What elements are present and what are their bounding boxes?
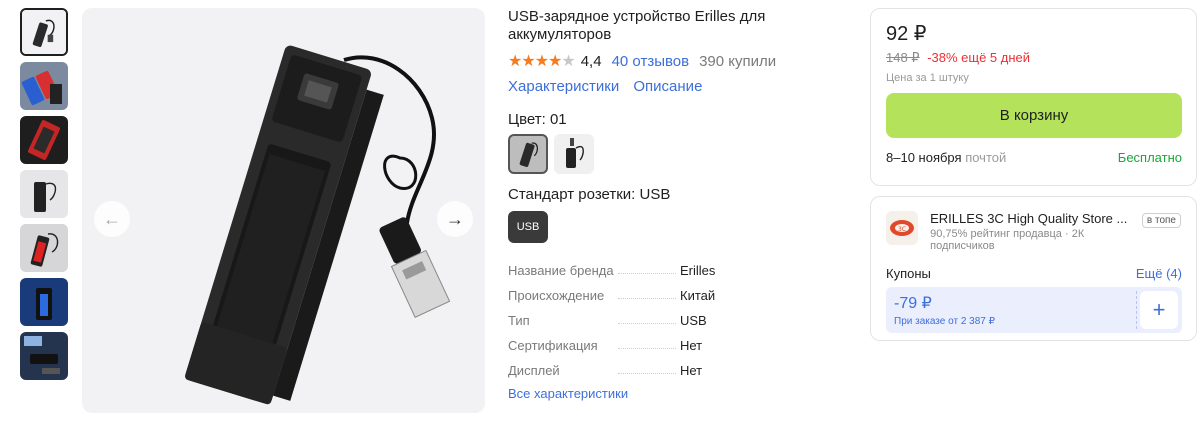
bought-count: 390 купили <box>699 52 777 70</box>
thumbnail-list <box>20 8 72 386</box>
thumbnail-7[interactable] <box>20 332 68 380</box>
spec-divider <box>618 298 676 299</box>
thumbnail-3[interactable] <box>20 116 68 164</box>
socket-label: Стандарт розетки: USB <box>508 186 671 203</box>
color-swatches <box>508 134 848 174</box>
rating-value: 4,4 <box>580 52 602 70</box>
spec-value: Нет <box>680 338 703 353</box>
gallery-next-button[interactable]: → <box>437 201 473 237</box>
price-discount-row: 148 ₽ -38% ещё 5 дней <box>886 50 1181 66</box>
thumbnail-6[interactable] <box>20 278 68 326</box>
store-name[interactable]: ERILLES 3C High Quality Store ... <box>930 211 1138 226</box>
color-option-01[interactable] <box>508 134 548 174</box>
store-text: ERILLES 3C High Quality Store ... 90,75%… <box>930 211 1138 252</box>
coupon-add-button[interactable]: + <box>1140 291 1178 329</box>
all-specs-link[interactable]: Все характеристики <box>508 386 848 401</box>
spec-row: Дисплей Нет <box>508 353 848 378</box>
spec-divider <box>618 273 676 274</box>
spec-name: Дисплей <box>508 363 560 378</box>
spec-name: Сертификация <box>508 338 598 353</box>
color-label: Цвет: 01 <box>508 111 567 128</box>
spec-row: Сертификация Нет <box>508 328 848 353</box>
socket-option-usb[interactable]: USB <box>508 211 548 243</box>
spec-name: Происхождение <box>508 288 605 303</box>
spec-name: Название бренда <box>508 263 614 278</box>
main-product-image: ← → <box>82 8 485 413</box>
store-logo-icon: 3C <box>890 220 915 236</box>
gallery-prev-button[interactable]: ← <box>94 201 130 237</box>
spec-value: Erilles <box>680 263 716 278</box>
coupon-card: -79 ₽ При заказе от 2 387 ₽ + <box>886 287 1182 333</box>
delivery-row: 8–10 ноября почтой Бесплатно <box>886 150 1182 165</box>
spec-divider <box>618 323 676 324</box>
rating-stars-icon: ★★★★★ <box>508 51 576 71</box>
product-title: USB-зарядное устройство Erilles для акку… <box>508 8 766 43</box>
thumbnail-4[interactable] <box>20 170 68 218</box>
color-option-02[interactable] <box>554 134 594 174</box>
delivery-info: 8–10 ноября почтой <box>886 150 1006 165</box>
thumbnail-5[interactable] <box>20 224 68 272</box>
arrow-left-icon: ← <box>103 208 121 229</box>
coupon-condition: При заказе от 2 387 ₽ <box>894 316 995 327</box>
old-price: 148 ₽ <box>886 50 920 65</box>
spec-row: Происхождение Китай <box>508 278 848 303</box>
discount-badge: -38% ещё 5 дней <box>927 50 1031 65</box>
spec-value: Нет <box>680 363 703 378</box>
spec-row: Тип USB <box>508 303 848 328</box>
description-link[interactable]: Описание <box>633 78 702 95</box>
spec-value: Китай <box>680 288 716 303</box>
characteristics-link[interactable]: Характеристики <box>508 78 619 95</box>
arrow-right-icon: → <box>446 208 464 229</box>
delivery-price: Бесплатно <box>1117 150 1182 165</box>
spec-divider <box>618 348 676 349</box>
product-info: USB-зарядное устройство Erilles для акку… <box>508 8 848 401</box>
spec-row: Название бренда Erilles <box>508 253 848 278</box>
coupon-amount: -79 ₽ <box>894 295 932 312</box>
section-links: Характеристики Описание <box>508 78 848 95</box>
thumbnail-1[interactable] <box>20 8 68 56</box>
svg-text:3C: 3C <box>898 226 906 233</box>
current-price: 92 ₽ <box>886 23 927 45</box>
spec-divider <box>618 373 676 374</box>
spec-name: Тип <box>508 313 530 328</box>
coupons-more-link[interactable]: Ещё (4) <box>1136 266 1182 281</box>
thumbnail-2[interactable] <box>20 62 68 110</box>
store-meta: 90,75% рейтинг продавца · 2К подписчиков <box>930 228 1085 252</box>
coupons-label: Купоны <box>886 266 931 281</box>
reviews-link[interactable]: 40 отзывов <box>612 53 690 70</box>
coupon-separator <box>1136 291 1137 329</box>
charger-image <box>185 45 451 405</box>
add-to-cart-button[interactable]: В корзину <box>886 93 1182 138</box>
store-logo: 3C <box>886 211 919 245</box>
unit-price-note: Цена за 1 штуку <box>886 72 969 84</box>
half-star: ★ <box>561 53 575 70</box>
spec-value: USB <box>680 313 707 328</box>
delivery-date: 8–10 ноября <box>886 150 962 165</box>
price-card: 92 ₽ 148 ₽ -38% ещё 5 дней Цена за 1 шту… <box>870 8 1197 186</box>
full-stars: ★★★★ <box>508 53 562 70</box>
store-row[interactable]: 3C ERILLES 3C High Quality Store ... 90,… <box>886 211 1181 252</box>
store-card: 3C ERILLES 3C High Quality Store ... 90,… <box>870 196 1197 341</box>
top-badge: в топе <box>1141 213 1181 228</box>
delivery-method: почтой <box>965 150 1007 165</box>
specs-list: Название бренда Erilles Происхождение Ки… <box>508 253 848 378</box>
rating-row: ★★★★★ 4,4 40 отзывов 390 купили <box>508 50 848 72</box>
coupons-header: Купоны Ещё (4) <box>886 266 1182 281</box>
